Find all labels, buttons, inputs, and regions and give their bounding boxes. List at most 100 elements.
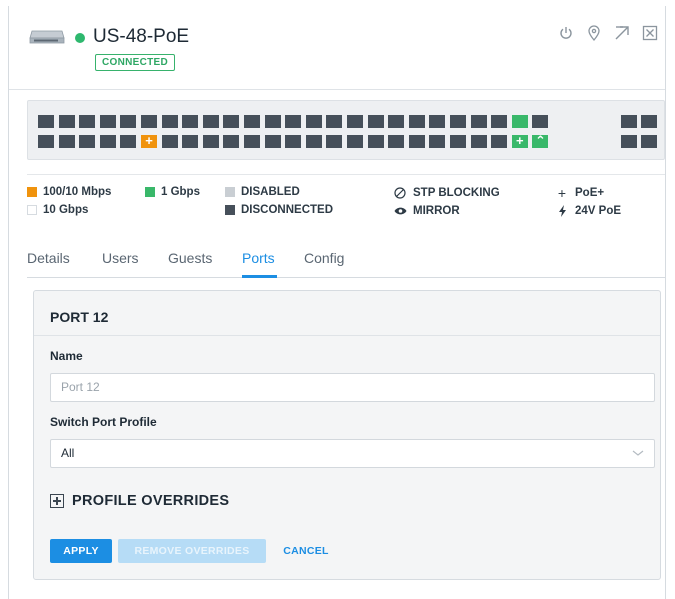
port-settings-form: PORT 12 Name Port 12 Switch Port Profile… [33,290,661,580]
port-title: PORT 12 [50,309,109,325]
switch-port[interactable] [511,115,528,128]
legend-label: MIRROR [413,205,460,217]
plus-icon: + [557,185,567,201]
switch-port[interactable] [244,135,260,148]
apply-button[interactable]: APPLY [50,539,112,563]
locate-icon[interactable] [585,24,603,42]
legend-label: DISCONNECTED [241,204,334,216]
tab-config[interactable]: Config [304,250,344,266]
switch-port[interactable] [79,115,96,128]
switch-port[interactable] [202,135,219,148]
switch-port[interactable] [264,115,281,128]
uplink-chevron-icon: ⌃ [534,133,546,148]
switch-port[interactable] [244,115,260,128]
switch-port[interactable] [326,115,343,128]
switch-port[interactable] [429,115,446,128]
chevron-down-icon [632,450,644,456]
switch-port[interactable] [532,115,549,128]
switch-port[interactable]: ⌃ [532,133,549,148]
switch-port[interactable] [202,115,219,128]
orange-swatch [27,187,37,197]
switch-port[interactable] [641,135,657,148]
legend-100-10: 100/10 Mbps [27,186,111,198]
tab-users[interactable]: Users [102,250,139,266]
legend-label: PoE+ [575,187,605,199]
status-badge: CONNECTED [95,54,176,71]
cancel-button[interactable]: CANCEL [274,539,338,563]
switch-port[interactable]: + [141,133,157,148]
port-name-field[interactable]: Port 12 [50,373,655,402]
overrides-label: PROFILE OVERRIDES [72,493,230,509]
switch-port[interactable] [326,135,343,148]
switch-port[interactable] [641,115,657,128]
eye-icon [393,204,407,218]
legend-24v-poe: 24V PoE [555,204,621,218]
switch-port[interactable] [429,135,446,148]
status-dot [75,33,85,43]
legend-label: 1 Gbps [161,186,200,198]
switch-port[interactable] [450,135,466,148]
switch-port[interactable] [408,135,425,148]
switch-port[interactable] [79,135,96,148]
white-swatch [27,205,37,215]
switch-port[interactable] [388,135,405,148]
switch-port[interactable] [621,115,637,128]
switch-port[interactable] [120,135,137,148]
remove-overrides-button[interactable]: REMOVE OVERRIDES [118,539,266,563]
switch-port[interactable] [470,135,487,148]
switch-port[interactable] [285,115,302,128]
poe-plus-icon: + [516,133,524,148]
legend-10g: 10 Gbps [27,204,88,216]
switch-port[interactable] [58,115,75,128]
legend-disconnected: DISCONNECTED [225,204,333,216]
legend-1g: 1 Gbps [145,186,200,198]
switch-port[interactable] [141,115,157,128]
dark-swatch [225,205,235,215]
tab-guests[interactable]: Guests [168,250,212,266]
lightning-icon [555,204,569,218]
switch-port[interactable] [285,135,302,148]
switch-port[interactable] [305,115,322,128]
switch-port[interactable] [470,115,487,128]
power-icon[interactable] [557,24,575,42]
switch-port[interactable] [388,115,405,128]
close-icon[interactable] [641,24,659,42]
switch-port[interactable] [264,135,281,148]
port-panel: + + ⌃ [27,100,665,160]
switch-port-profile-select[interactable]: All [50,439,655,468]
switch-port[interactable] [99,135,116,148]
switch-port[interactable] [38,135,54,148]
switch-port[interactable] [491,135,508,148]
legend-label: DISABLED [241,186,300,198]
switch-port[interactable] [305,135,322,148]
stp-blocking-icon [393,186,407,200]
device-panel: US-48-PoE CONNECTED + + ⌃ 100/10 Mbps 1 Gb… [8,6,666,599]
legend-label: 24V PoE [575,205,622,217]
switch-port[interactable] [450,115,466,128]
tab-ports[interactable]: Ports [242,250,275,266]
switch-port[interactable] [182,115,199,128]
tab-details[interactable]: Details [27,250,70,266]
switch-port[interactable] [491,115,508,128]
switch-port[interactable] [621,135,637,148]
profile-label: Switch Port Profile [50,415,157,429]
switch-port[interactable] [182,135,199,148]
switch-port[interactable] [120,115,137,128]
expand-icon[interactable] [613,24,631,42]
switch-port[interactable] [161,135,178,148]
profile-selected-value: All [61,446,75,460]
switch-port[interactable] [347,135,363,148]
switch-port[interactable] [58,135,75,148]
profile-overrides-toggle[interactable]: PROFILE OVERRIDES [50,493,229,509]
switch-port[interactable] [408,115,425,128]
switch-port[interactable] [223,135,240,148]
switch-port[interactable] [367,135,384,148]
switch-port[interactable] [38,115,54,128]
switch-port[interactable] [223,115,240,128]
switch-port[interactable] [99,115,116,128]
switch-port[interactable] [347,115,363,128]
switch-port[interactable]: + [511,133,528,148]
switch-port[interactable] [367,115,384,128]
switch-port[interactable] [161,115,178,128]
legend-divider [27,174,665,175]
